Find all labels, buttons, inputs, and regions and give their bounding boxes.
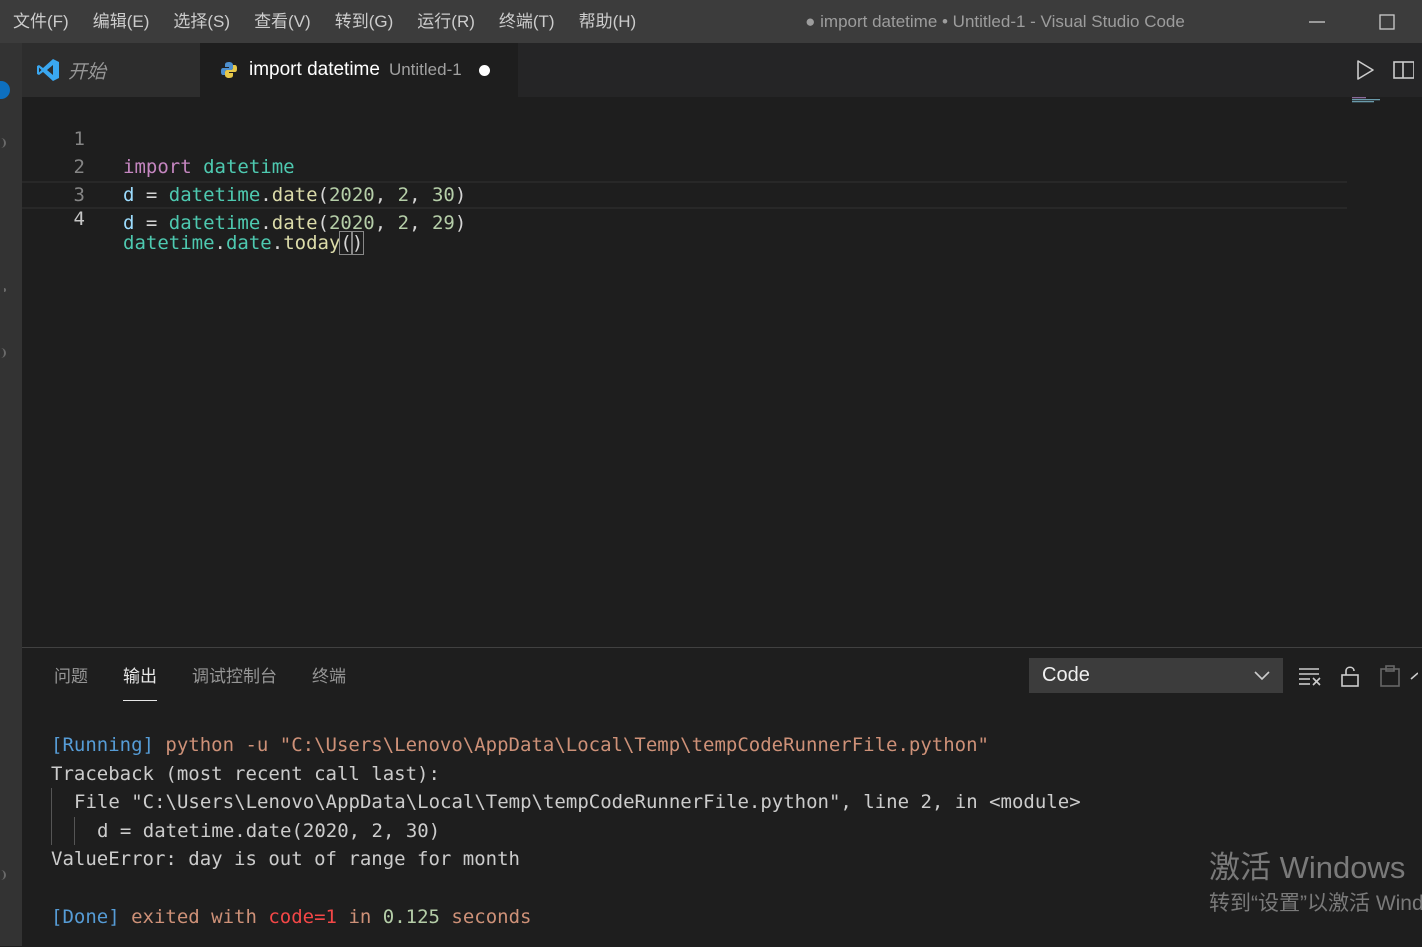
- menu-bar: 文件(F) 编辑(E) 选择(S) 查看(V) 转到(G) 运行(R) 终端(T…: [0, 0, 648, 43]
- editor-tab-bar: 开始 import datetime Untitled-1: [22, 43, 1422, 97]
- bracket-token: ): [454, 212, 467, 234]
- running-tag: [Running]: [51, 734, 154, 756]
- module-token: datetime: [123, 232, 215, 254]
- code-line-3[interactable]: 3 d = datetime.date(2020, 2, 29): [22, 153, 1347, 234]
- menu-edit[interactable]: 编辑(E): [81, 0, 162, 43]
- attribute-token: date: [225, 232, 272, 254]
- tab-output[interactable]: 输出: [123, 648, 157, 701]
- output-running-line: [Running] python -u "C:\Users\Lenovo\App…: [51, 731, 1081, 760]
- code-line-1[interactable]: 1 import datetime: [22, 97, 1347, 178]
- code-editor[interactable]: 1 import datetime 2 d = datetime.date(20…: [22, 97, 1422, 647]
- line-content: datetime.date.today(): [123, 231, 365, 255]
- tab-start[interactable]: 开始: [22, 43, 200, 97]
- tab-title: import datetime: [249, 59, 380, 80]
- unlock-icon: [1341, 665, 1359, 687]
- output-content[interactable]: [Running] python -u "C:\Users\Lenovo\App…: [51, 731, 1081, 931]
- operator-token: .: [271, 232, 284, 254]
- watermark-title: 激活 Windows: [1209, 850, 1406, 885]
- menu-terminal[interactable]: 终端(T): [487, 0, 567, 43]
- tab-description: Untitled-1: [388, 60, 462, 79]
- split-editor-button[interactable]: [1384, 43, 1422, 97]
- failing-code: d = datetime.date(2020, 2, 30): [97, 819, 441, 842]
- elapsed-time: 0.125: [382, 905, 440, 928]
- maximize-icon: [1379, 13, 1395, 30]
- line-number: 4: [73, 208, 85, 230]
- bracket-token: ): [350, 231, 365, 255]
- output-channel-value: Code: [1042, 664, 1090, 686]
- maximize-button[interactable]: [1352, 0, 1422, 43]
- code-line-4[interactable]: 4 datetime.date.today(): [22, 181, 1347, 255]
- vscode-logo-icon: [37, 59, 59, 81]
- open-log-button[interactable]: [1370, 658, 1410, 693]
- output-channel-select[interactable]: Code: [1029, 658, 1283, 693]
- tab-problems[interactable]: 问题: [54, 648, 88, 701]
- minimize-button[interactable]: [1282, 0, 1352, 43]
- done-tag: [Done]: [51, 905, 120, 928]
- clear-output-icon: [1299, 667, 1321, 686]
- accounts-badge-icon[interactable]: [0, 81, 10, 99]
- panel-actions: [1290, 658, 1422, 693]
- maximize-panel-button[interactable]: [1410, 658, 1422, 693]
- title-bar: 文件(F) 编辑(E) 选择(S) 查看(V) 转到(G) 运行(R) 终端(T…: [0, 0, 1422, 43]
- scroll-lock-button[interactable]: [1330, 658, 1370, 693]
- menu-file[interactable]: 文件(F): [0, 0, 81, 43]
- file-reference: File "C:\Users\Lenovo\AppData\Local\Temp…: [74, 791, 1081, 814]
- windows-activation-watermark: 激活 Windows 转到“设置”以激活 Windows。: [1209, 850, 1422, 919]
- panel-tabs: 问题 输出 调试控制台 终端: [54, 648, 381, 701]
- chevron-down-icon: [1254, 671, 1270, 681]
- menu-view[interactable]: 查看(V): [242, 0, 323, 43]
- tab-terminal[interactable]: 终端: [312, 648, 346, 701]
- settings-icon[interactable]: [0, 870, 6, 880]
- operator-token: .: [214, 232, 226, 254]
- code-line-2[interactable]: 2 d = datetime.date(2020, 2, 30): [22, 125, 1347, 206]
- exit-code: code=1: [268, 905, 337, 928]
- indent-guide: [51, 788, 52, 817]
- watermark-subtitle: 转到“设置”以激活 Windows。: [1209, 892, 1422, 915]
- indent-guide: [51, 816, 52, 846]
- indent-guide: [74, 816, 75, 846]
- clear-output-button[interactable]: [1290, 658, 1330, 693]
- done-text: exited with: [119, 905, 269, 928]
- split-editor-icon: [1393, 61, 1414, 79]
- chevron-up-icon: [1410, 671, 1418, 680]
- unsaved-dot-icon[interactable]: [478, 64, 490, 76]
- running-command: python -u "C:\Users\Lenovo\AppData\Local…: [153, 734, 989, 756]
- output-done-line: [Done] exited with code=1 in 0.125 secon…: [51, 903, 1081, 932]
- operator-token: ,: [409, 212, 432, 234]
- play-icon: [1357, 60, 1374, 80]
- operator-token: ,: [374, 212, 398, 234]
- done-text: seconds: [439, 905, 532, 928]
- output-file-line: File "C:\Users\Lenovo\AppData\Local\Temp…: [51, 788, 1081, 817]
- number-token: 29: [431, 212, 455, 234]
- search-icon[interactable]: [0, 288, 6, 292]
- menu-run[interactable]: 运行(R): [405, 0, 487, 43]
- run-button[interactable]: [1346, 43, 1384, 97]
- clipboard-icon: [1380, 664, 1400, 687]
- explorer-icon[interactable]: [0, 138, 6, 148]
- function-token: today: [283, 232, 341, 254]
- number-token: 2: [397, 212, 410, 234]
- tab-debug-console[interactable]: 调试控制台: [192, 648, 277, 701]
- bracket-token: (: [339, 231, 353, 255]
- menu-help[interactable]: 帮助(H): [567, 0, 649, 43]
- editor-actions: [1346, 43, 1422, 97]
- done-text: in: [337, 905, 383, 928]
- menu-selection[interactable]: 选择(S): [161, 0, 242, 43]
- window-controls: [1282, 0, 1422, 43]
- output-code-line: d = datetime.date(2020, 2, 30): [51, 816, 1081, 846]
- output-blank-line: [51, 874, 1081, 903]
- tab-untitled-1[interactable]: import datetime Untitled-1: [200, 43, 518, 97]
- minimap[interactable]: [1352, 97, 1384, 103]
- activity-bar: [0, 43, 22, 946]
- tab-start-label: 开始: [68, 61, 107, 83]
- output-traceback-line: Traceback (most recent call last):: [51, 762, 440, 785]
- output-error-line: ValueError: day is out of range for mont…: [51, 848, 520, 871]
- minimize-icon: [1309, 20, 1325, 23]
- python-file-icon: [221, 62, 237, 78]
- extensions-icon[interactable]: [0, 348, 6, 358]
- menu-go[interactable]: 转到(G): [323, 0, 406, 43]
